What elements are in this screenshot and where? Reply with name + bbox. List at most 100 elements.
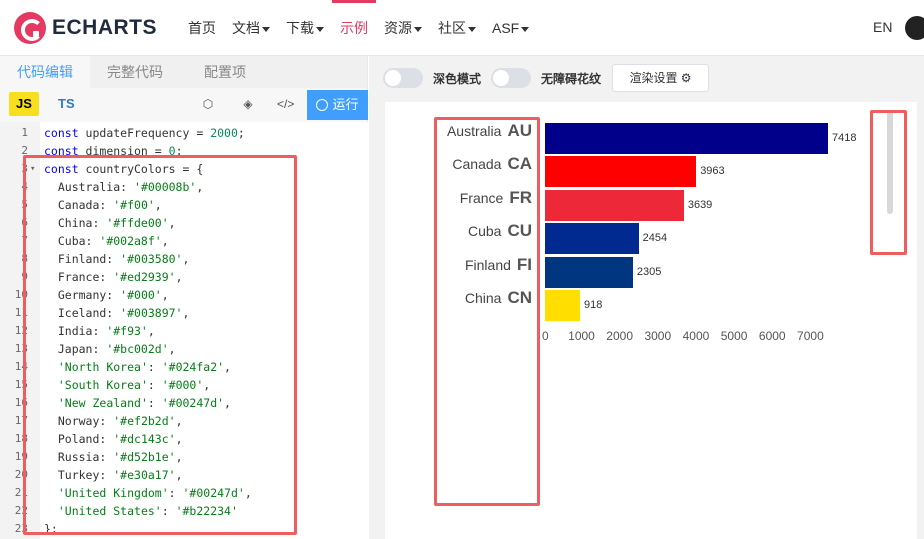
code-text: France: '#ed2939',	[44, 270, 183, 284]
fold-icon[interactable]: ▾	[30, 160, 35, 178]
tab-options[interactable]: 配置项	[180, 56, 270, 88]
decal-pattern-switch[interactable]	[491, 68, 531, 88]
caret-down-icon	[262, 26, 270, 32]
line-number: 4	[21, 180, 28, 193]
github-icon[interactable]	[905, 16, 924, 40]
line-number: 8	[21, 252, 28, 265]
country-label: China CN	[385, 288, 532, 308]
nav-item-label: 文档	[232, 20, 260, 36]
line-number: 15	[14, 378, 28, 391]
code-text: Iceland: '#003897',	[44, 306, 190, 320]
code-text: Russia: '#d52b1e',	[44, 450, 183, 464]
dark-mode-label: 深色模式	[433, 72, 482, 86]
gear-icon: ⚙	[680, 71, 692, 85]
x-axis-tick-label: 0	[542, 329, 549, 343]
run-button[interactable]: 运行	[307, 90, 368, 120]
line-number: 22	[14, 504, 28, 517]
line-number: 18	[14, 432, 28, 445]
line-number: 12	[14, 324, 28, 337]
codesandbox-icon[interactable]: ⬡	[200, 96, 216, 112]
nav-item-2[interactable]: 下载	[278, 0, 332, 56]
code-text: const updateFrequency = 2000;	[44, 126, 245, 140]
caret-down-icon	[468, 26, 476, 32]
bar-cn[interactable]	[545, 290, 581, 321]
country-code: FI	[516, 254, 532, 274]
country-label: Cuba CU	[385, 221, 532, 241]
country-code: CN	[507, 288, 532, 307]
country-code: AU	[507, 121, 532, 140]
code-text: };	[44, 522, 58, 536]
country-label: Canada CA	[385, 154, 532, 174]
code-text: Australia: '#00008b',	[44, 180, 204, 194]
x-axis-tick-label: 1000	[568, 329, 595, 343]
line-number: 21	[14, 486, 28, 499]
render-settings-button[interactable]: 渲染设置 ⚙	[612, 64, 709, 92]
bar-fr[interactable]	[545, 189, 684, 221]
language-switch[interactable]: EN	[873, 19, 892, 35]
run-label: 运行	[332, 97, 359, 112]
line-number: 7	[21, 234, 28, 247]
nav-item-label: 下载	[286, 20, 314, 36]
x-axis-tick-label: 5000	[720, 329, 748, 343]
nav-item-5[interactable]: 社区	[430, 0, 484, 56]
country-name: France	[459, 189, 504, 206]
country-name: Finland	[464, 256, 511, 273]
code-line: 23};	[0, 520, 368, 538]
code-line: 14 'North Korea': '#024fa2',	[0, 358, 368, 376]
code-line: 19 Russia: '#d52b1e',	[0, 448, 368, 466]
country-label: Australia AU	[385, 121, 532, 141]
code-text: China: '#ffde00',	[44, 216, 176, 230]
line-number: 11	[14, 306, 28, 319]
dark-mode-switch[interactable]	[383, 68, 423, 88]
code-line: 6 China: '#ffde00',	[0, 214, 368, 232]
line-number: 23	[14, 522, 28, 535]
code-line: 11 Iceland: '#003897',	[0, 304, 368, 322]
nav-item-6[interactable]: ASF	[484, 0, 537, 56]
code-text: Japan: '#bc002d',	[44, 342, 176, 356]
line-number: 14	[14, 360, 28, 373]
line-number: 6	[21, 216, 28, 229]
line-number: 20	[14, 468, 28, 481]
line-number: 19	[14, 450, 28, 463]
tab-code-edit[interactable]: 代码编辑	[0, 56, 90, 88]
x-axis-tick-label: 2000	[606, 329, 633, 343]
scrollbar[interactable]	[887, 110, 893, 214]
code-line: 10 Germany: '#000',	[0, 286, 368, 304]
x-axis-tick-label: 7000	[797, 329, 824, 343]
country-name: Canada	[452, 156, 502, 173]
line-number: 1	[21, 126, 28, 139]
code-line: 22 'United States': '#b22234'	[0, 502, 368, 520]
bar-cu[interactable]	[545, 223, 639, 255]
code-icon[interactable]: </>	[277, 96, 294, 112]
code-line: 1 const updateFrequency = 2000;	[0, 124, 368, 142]
top-navigation: ECHARTS 首页 文档 下载 示例 资源 社区 ASF EN	[0, 0, 924, 56]
cube-icon[interactable]: ◈	[240, 96, 256, 112]
code-area[interactable]: 1 const updateFrequency = 2000; 2 const dim…	[0, 122, 368, 539]
bar-au[interactable]	[545, 123, 828, 154]
bar-ca[interactable]	[545, 156, 697, 188]
bar-fi[interactable]	[545, 256, 633, 288]
bar-value-label: 2305	[636, 265, 662, 278]
line-number: 2	[21, 144, 28, 157]
code-line: 4 Australia: '#00008b',	[0, 178, 368, 196]
bar-value-label: 3963	[700, 165, 725, 178]
nav-item-0[interactable]: 首页	[180, 0, 224, 56]
country-name: Cuba	[467, 223, 502, 240]
x-axis-tick-label: 6000	[758, 329, 786, 343]
country-code: CU	[507, 221, 532, 241]
x-axis-tick-label: 3000	[644, 329, 672, 343]
chart-container[interactable]: Australia AU 7418 Canada CA 3963 France FR 3639 C…	[385, 102, 917, 539]
code-text: 'New Zealand': '#00247d',	[57, 396, 231, 410]
ts-toggle[interactable]: TS	[58, 92, 75, 116]
tab-full-code[interactable]: 完整代码	[90, 56, 180, 88]
js-toggle[interactable]: JS	[9, 92, 39, 116]
nav-item-1[interactable]: 文档	[224, 0, 278, 56]
echarts-logo[interactable]: ECHARTS	[14, 12, 157, 44]
nav-item-3[interactable]: 示例	[332, 0, 376, 56]
bar-value-label: 3639	[687, 198, 713, 211]
nav-item-label: 社区	[438, 20, 466, 36]
line-number: 5	[21, 198, 28, 211]
nav-item-label: 示例	[340, 20, 368, 36]
nav-item-4[interactable]: 资源	[376, 0, 430, 56]
play-icon	[316, 98, 329, 111]
